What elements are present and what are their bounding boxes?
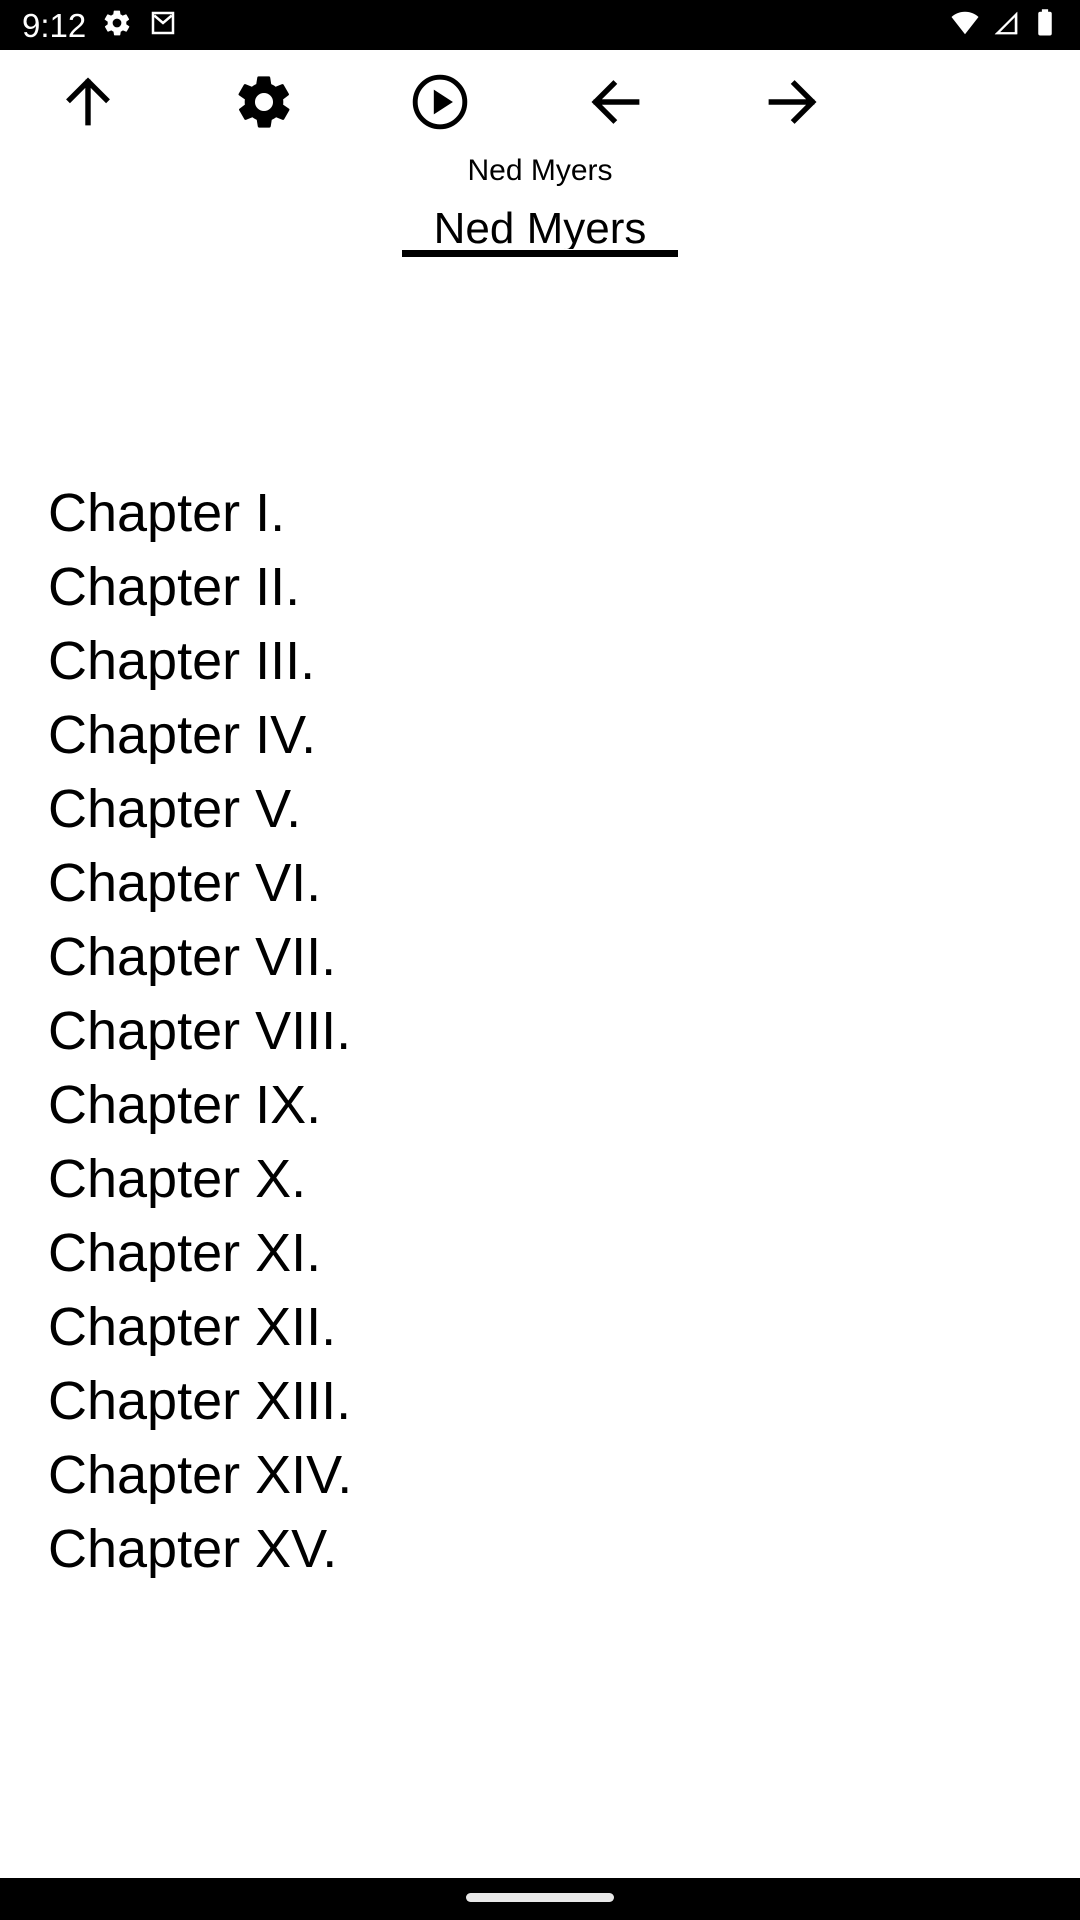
arrow-right-icon bbox=[761, 71, 823, 136]
settings-gear-icon bbox=[102, 8, 132, 43]
book-title-container: Ned Myers bbox=[0, 205, 1080, 249]
toc-item[interactable]: Chapter XIV. bbox=[0, 1438, 1080, 1512]
reader-toolbar bbox=[0, 50, 1080, 156]
toc-item[interactable]: Chapter VIII. bbox=[0, 994, 1080, 1068]
play-circle-icon bbox=[409, 71, 471, 136]
scroll-up-button[interactable] bbox=[0, 50, 176, 156]
previous-button[interactable] bbox=[528, 50, 704, 156]
page-title: Ned Myers bbox=[433, 205, 647, 249]
status-bar: 9:12 bbox=[0, 0, 1080, 50]
toc-item[interactable]: Chapter VII. bbox=[0, 920, 1080, 994]
toc-item[interactable]: Chapter VI. bbox=[0, 846, 1080, 920]
toc-item[interactable]: Chapter XV. bbox=[0, 1512, 1080, 1586]
toc-item[interactable]: Chapter XII. bbox=[0, 1290, 1080, 1364]
play-button[interactable] bbox=[352, 50, 528, 156]
title-divider bbox=[402, 250, 678, 257]
cellular-signal-icon bbox=[991, 8, 1021, 43]
home-gesture-pill[interactable] bbox=[466, 1893, 614, 1902]
toc-item[interactable]: Chapter III. bbox=[0, 624, 1080, 698]
arrow-up-icon bbox=[57, 71, 119, 136]
toc-item[interactable]: Chapter IX. bbox=[0, 1068, 1080, 1142]
book-subtitle: Ned Myers bbox=[467, 154, 613, 187]
toc-item[interactable]: Chapter XI. bbox=[0, 1216, 1080, 1290]
toc-item[interactable]: Chapter V. bbox=[0, 772, 1080, 846]
table-of-contents[interactable]: Chapter I. Chapter II. Chapter III. Chapter… bbox=[0, 476, 1080, 1878]
toc-item[interactable]: Chapter II. bbox=[0, 550, 1080, 624]
settings-button[interactable] bbox=[176, 50, 352, 156]
status-bar-right-group bbox=[950, 8, 1058, 43]
gmail-icon bbox=[148, 8, 178, 43]
toc-item[interactable]: Chapter IV. bbox=[0, 698, 1080, 772]
toc-item[interactable]: Chapter X. bbox=[0, 1142, 1080, 1216]
arrow-left-icon bbox=[585, 71, 647, 136]
status-clock: 9:12 bbox=[22, 6, 87, 44]
status-bar-left-group: 9:12 bbox=[22, 8, 178, 43]
next-button[interactable] bbox=[704, 50, 880, 156]
system-navigation-bar bbox=[0, 1878, 1080, 1920]
gear-icon bbox=[233, 71, 295, 136]
battery-icon bbox=[1032, 8, 1058, 43]
toc-item[interactable]: Chapter XIII. bbox=[0, 1364, 1080, 1438]
book-header: Ned Myers Ned Myers bbox=[0, 156, 1080, 257]
toc-item[interactable]: Chapter I. bbox=[0, 476, 1080, 550]
wifi-icon bbox=[950, 8, 980, 43]
